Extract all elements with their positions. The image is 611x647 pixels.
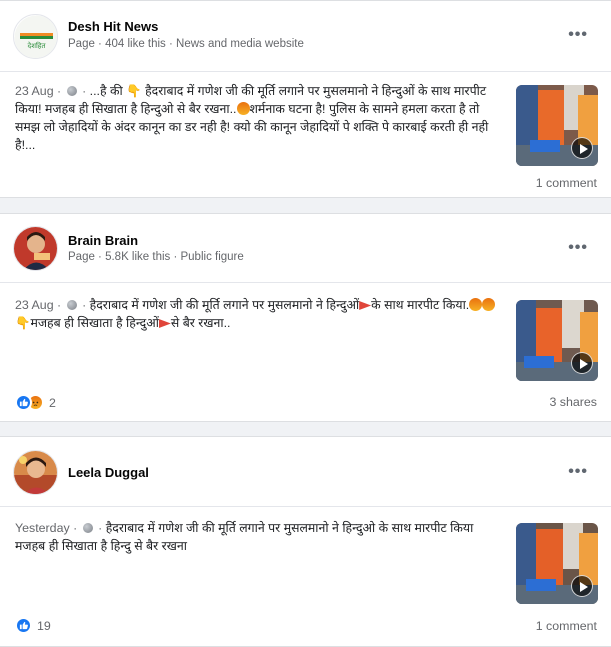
post-text: 23 Aug · · हैदराबाद में गणेश जी की मूर्त… [15,296,505,332]
post-card-brain-brain: Brain Brain Page · 5.8K like this · Publ… [0,213,611,422]
more-options-icon[interactable]: ••• [568,463,588,481]
post-text-part: मजहब ही सिखाता है हिन्दुओं [30,316,159,330]
profile-avatar[interactable] [13,450,58,495]
video-thumbnail[interactable] [516,85,598,166]
page-avatar[interactable] [13,226,58,271]
reactions-summary[interactable]: 19 [15,617,51,634]
logo-text: देशहित [28,41,47,50]
play-icon[interactable] [571,575,593,597]
page-name[interactable]: Brain Brain [68,233,138,248]
post-text-part: हैदराबाद में गणेश जी की मूर्ति लगाने पर … [89,298,360,312]
globe-icon [66,86,77,96]
post-text-part: के साथ मारपीट किया. [371,298,470,312]
globe-icon [82,523,93,533]
post-card-desh-hit-news: देशहित Desh Hit News Page · 404 like thi… [0,0,611,198]
divider [0,282,611,283]
pointing-hand-emoji-icon: 👇 [126,84,142,98]
flag-emoji-icon [158,319,171,328]
post-date[interactable]: Yesterday [15,521,70,535]
more-options-icon[interactable]: ••• [568,239,588,257]
post-date[interactable]: 23 Aug [15,298,54,312]
profile-name[interactable]: Leela Duggal [68,465,149,480]
flag-emoji-icon [359,301,372,310]
angry-face-emoji-icon [469,298,483,311]
post-card-leela-duggal: Leela Duggal ••• Yesterday · · हैदराबाद … [0,436,611,647]
more-options-icon[interactable]: ••• [568,26,588,44]
like-reaction-icon [15,617,32,634]
divider [0,71,611,72]
page-meta: Page · 404 like this · News and media we… [68,38,304,50]
angry-face-emoji-icon [482,298,496,311]
play-icon[interactable] [571,352,593,374]
globe-icon [66,300,77,310]
post-date[interactable]: 23 Aug [15,84,54,98]
shares-count[interactable]: 3 shares [549,395,597,409]
like-reaction-icon [15,394,32,411]
reactions-summary[interactable]: 2 [15,394,56,411]
post-text-part: ...है की [89,84,127,98]
comments-count[interactable]: 1 comment [536,176,597,190]
post-text: 23 Aug · · ...है की 👇 हैदराबाद में गणेश … [15,84,489,152]
reaction-count: 2 [49,395,56,410]
divider [0,506,611,507]
reaction-count: 19 [37,618,51,633]
post-text: Yesterday · · हैदराबाद में गणेश जी की मू… [15,521,474,553]
post-text-part: से बैर रखना.. [170,316,231,330]
video-thumbnail[interactable] [516,300,598,381]
page-name[interactable]: Desh Hit News [68,19,158,34]
thinking-face-emoji-icon [236,102,250,115]
comments-count[interactable]: 1 comment [536,619,597,633]
play-icon[interactable] [571,137,593,159]
video-thumbnail[interactable] [516,523,598,604]
page-avatar[interactable]: देशहित [13,14,58,59]
page-meta: Page · 5.8K like this · Public figure [68,251,244,263]
pointing-hand-emoji-icon: 👇 [15,316,31,330]
